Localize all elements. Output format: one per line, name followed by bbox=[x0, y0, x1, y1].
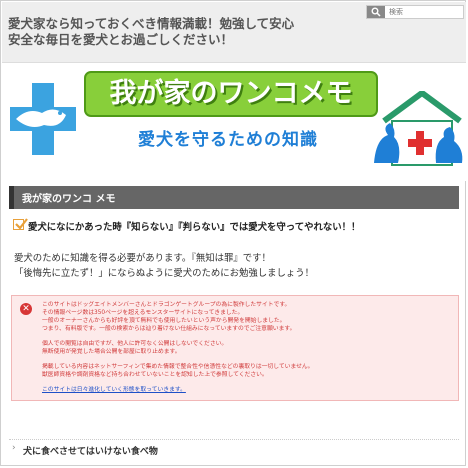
notice-line: 無断使用が発覚した場合公開を部屋に取り止めます。 bbox=[42, 349, 181, 355]
notice-line: 獣医師資格や調剤資格など持ち合わせていないことを認知した上で参照してください。 bbox=[42, 372, 268, 378]
notice-line: このサイトはドッグエイトメンバーさんとドラゴンゲートグループの為に製作したサイト… bbox=[42, 302, 291, 308]
banner-subtitle: 愛犬を守るための知識 bbox=[138, 130, 318, 150]
next-article-link[interactable]: › 犬に食べさせてはいけない食べ物 bbox=[9, 439, 459, 457]
error-x-icon: ✕ bbox=[20, 303, 32, 315]
site-tagline: 愛犬家なら知っておくべき情報満載！勉強して安心 安全な毎日を愛犬とお過ごしくださ… bbox=[8, 16, 348, 48]
dog-house-icon bbox=[374, 91, 463, 166]
tagline-line-2: 安全な毎日を愛犬とお過ごしください！ bbox=[8, 32, 234, 47]
body-text-line-1: 愛犬のために知識を得る必要があります。『無知は罪』です！ bbox=[14, 253, 271, 264]
notice-box: ✕ このサイトはドッグエイトメンバーさんとドラゴンゲートグループの為に製作したサ… bbox=[11, 295, 459, 401]
notice-line: つまり、有料版です。一般の検索からは辿り着けない仕組みになっていますのでご注意願… bbox=[42, 326, 296, 332]
next-article-label: 犬に食べさせてはいけない食べ物 bbox=[23, 447, 158, 457]
banner-title: 我が家のワンコメモ bbox=[84, 71, 378, 117]
medical-cross-icon bbox=[10, 83, 76, 155]
tagline-line-1: 愛犬家なら知っておくべき情報満載！勉強して安心 bbox=[8, 16, 295, 31]
notice-line: 個人での閲覧は自由ですが、他人に許可なく公開はしないでください。 bbox=[42, 341, 228, 347]
notice-line: 掲載している内容はネットサーフィンで集めた情報で整合性や信憑性などの裏取りは一切… bbox=[42, 364, 314, 370]
notice-line: 一般のオーナーさんからも好評を頂て無料でも使用したいという声から開発を開始しまし… bbox=[42, 318, 286, 324]
page-title: 我が家のワンコ メモ bbox=[22, 194, 116, 205]
page-frame: 愛犬家なら知っておくべき情報満載！勉強して安心 安全な毎日を愛犬とお過ごしくださ… bbox=[0, 0, 466, 466]
lead-text: 愛犬になにかあった時『知らない』『判らない』では愛犬を守ってやれない！！ bbox=[28, 222, 361, 233]
search-box[interactable]: 検索 bbox=[366, 5, 464, 19]
search-button[interactable] bbox=[367, 6, 385, 18]
chevron-right-icon: › bbox=[12, 443, 16, 453]
notice-line: その情報ページ数は350ページを超えるモンスターサイトになってきました。 bbox=[42, 310, 244, 316]
site-banner[interactable]: 我が家のワンコメモ 愛犬を守るための知識 bbox=[2, 63, 466, 181]
search-input[interactable]: 検索 bbox=[389, 6, 403, 18]
search-icon bbox=[371, 7, 381, 17]
notice-link[interactable]: このサイトは日々進化していく形態を取っていきます。 bbox=[42, 386, 186, 394]
checkbox-check-icon bbox=[13, 218, 28, 230]
page-title-bar: 我が家のワンコ メモ bbox=[9, 186, 459, 209]
body-text-line-2: 「後悔先に立たず！」にならぬように愛犬のためにお勉強しましょう！ bbox=[14, 268, 315, 279]
site-header: 愛犬家なら知っておくべき情報満載！勉強して安心 安全な毎日を愛犬とお過ごしくださ… bbox=[2, 2, 466, 63]
